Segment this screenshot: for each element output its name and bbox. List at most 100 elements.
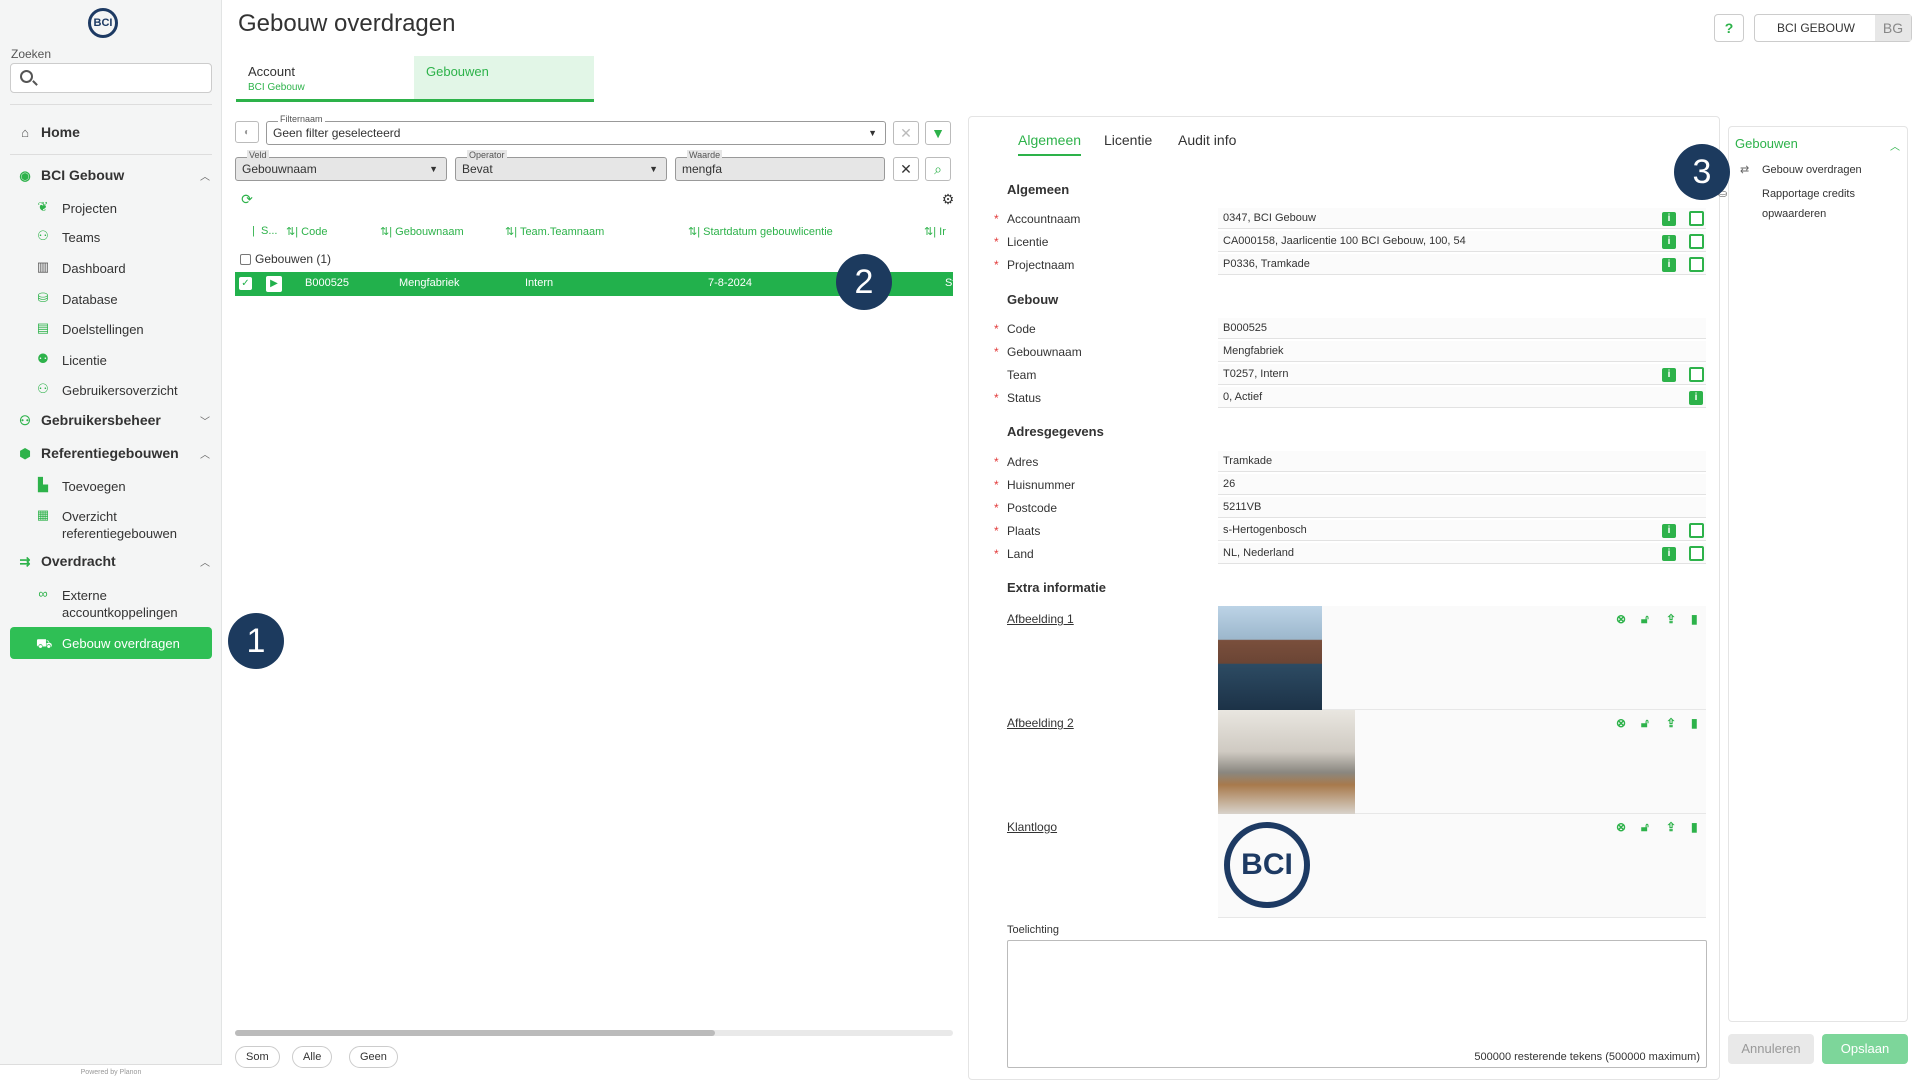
unlock-icon[interactable]: 🔓︎ — [1641, 820, 1649, 835]
scrollbar-thumb[interactable] — [235, 1030, 715, 1036]
tab-gebouwen[interactable]: Gebouwen — [414, 56, 594, 102]
search-button[interactable]: ⌕ — [925, 157, 951, 181]
postcode-field[interactable]: 5211VB — [1218, 497, 1706, 518]
remove-icon[interactable]: ⊗ — [1616, 716, 1626, 730]
unlock-icon[interactable]: 🔓︎ — [1641, 612, 1649, 627]
gebouwnaam-field[interactable]: Mengfabriek — [1218, 341, 1706, 362]
group-row[interactable]: Gebouwen (1) — [240, 252, 331, 266]
remove-icon[interactable]: ⊗ — [1616, 820, 1626, 834]
toelichting-textarea[interactable] — [1007, 940, 1707, 1068]
row-checkbox[interactable]: ✓ — [239, 277, 252, 290]
file-icon[interactable]: ▮ — [1691, 820, 1698, 834]
info-icon[interactable]: i — [1662, 258, 1676, 272]
nav-home[interactable]: ⌂ Home — [18, 124, 80, 140]
nav-item-externe-accountkoppelingen[interactable]: ∞ Externe accountkoppelingen — [36, 587, 177, 621]
nav-item-teams[interactable]: ⚇ Teams — [36, 229, 100, 246]
save-button[interactable]: Opslaan — [1822, 1034, 1908, 1064]
tab-algemeen[interactable]: Algemeen — [1018, 132, 1082, 156]
status-field[interactable]: 0, Actief — [1218, 387, 1706, 408]
land-field[interactable]: NL, Nederland — [1218, 543, 1706, 564]
klantlogo-link[interactable]: Klantlogo — [1007, 820, 1057, 834]
waarde-input[interactable]: mengfa — [675, 157, 885, 181]
open-icon[interactable] — [1689, 367, 1704, 382]
nav-item-database[interactable]: ⛁ Database — [36, 291, 118, 308]
afbeelding-1-link[interactable]: Afbeelding 1 — [1007, 612, 1074, 626]
adres-field[interactable]: Tramkade — [1218, 451, 1706, 472]
cancel-button[interactable]: Annuleren — [1728, 1034, 1814, 1064]
afbeelding-2-link[interactable]: Afbeelding 2 — [1007, 716, 1074, 730]
filternaam-select[interactable]: Geen filter geselecteerd ▼ — [266, 121, 886, 145]
som-button[interactable]: Som — [235, 1046, 280, 1068]
open-icon[interactable] — [1689, 234, 1704, 249]
col-header-startdatum[interactable]: ⇅| Startdatum gebouwlicentie — [688, 225, 833, 238]
nav-item-projecten[interactable]: ❦ Projecten — [36, 200, 117, 217]
upload-icon[interactable]: ⇪ — [1666, 612, 1676, 626]
operator-select[interactable]: Bevat ▼ — [455, 157, 667, 181]
tab-account[interactable]: Account BCI Gebouw — [236, 56, 414, 102]
upload-icon[interactable]: ⇪ — [1666, 716, 1676, 730]
home-icon: ⌂ — [21, 124, 29, 140]
refresh-icon[interactable]: ⟳ — [235, 188, 259, 210]
filternaam-label: Filternaam — [278, 114, 325, 124]
veld-select[interactable]: Gebouwnaam ▼ — [235, 157, 447, 181]
projectnaam-field[interactable]: P0336, Tramkade — [1218, 254, 1706, 275]
nav-item-gebruikersoverzicht[interactable]: ⚇ Gebruikersoverzicht — [36, 382, 177, 399]
licentie-field[interactable]: CA000158, Jaarlicentie 100 BCI Gebouw, 1… — [1218, 231, 1706, 252]
col-header-ir[interactable]: ⇅| Ir — [924, 225, 946, 238]
file-icon[interactable]: ▮ — [1691, 716, 1698, 730]
col-header-code[interactable]: ⇅| Code — [286, 225, 327, 238]
nav-item-overzicht-referentiegebouwen[interactable]: ▦ Overzicht referentiegebouwen — [36, 508, 177, 542]
nav-group-overdracht[interactable]: ⇉ Overdracht ︿ — [18, 553, 218, 569]
open-icon[interactable] — [1689, 211, 1704, 226]
nav-item-toevoegen[interactable]: ▙ Toevoegen — [36, 478, 126, 495]
code-field[interactable]: B000525 — [1218, 318, 1706, 339]
chevron-up-icon[interactable]: ︿ — [1890, 138, 1900, 153]
veld-label: Veld — [247, 150, 269, 160]
toggle-filter-icon[interactable]: ◐ — [235, 121, 259, 143]
action-gebouw-overdragen[interactable]: ⇄ Gebouw overdragen — [1740, 160, 1862, 180]
nav-group-referentiegebouwen[interactable]: ⬢ Referentiegebouwen ︿ — [18, 445, 218, 461]
open-icon[interactable] — [1689, 257, 1704, 272]
nav-item-dashboard[interactable]: ▥ Dashboard — [36, 260, 126, 277]
info-icon[interactable]: i — [1662, 547, 1676, 561]
info-icon[interactable]: i — [1662, 212, 1676, 226]
tab-licentie[interactable]: Licentie — [1104, 132, 1152, 148]
action-rapportage-credits[interactable]: ⛀ Rapportage credits opwaarderen — [1718, 184, 1890, 224]
geen-button[interactable]: Geen — [349, 1046, 398, 1068]
huisnummer-field[interactable]: 26 — [1218, 474, 1706, 495]
plaats-field[interactable]: s-Hertogenbosch — [1218, 520, 1706, 541]
unlock-icon[interactable]: 🔓︎ — [1641, 716, 1649, 731]
file-icon[interactable]: ▮ — [1691, 612, 1698, 626]
team-field[interactable]: T0257, Intern — [1218, 364, 1706, 385]
open-icon[interactable] — [1689, 523, 1704, 538]
search-input[interactable] — [10, 63, 212, 93]
play-icon[interactable]: ▶ — [266, 276, 282, 292]
accountnaam-field[interactable]: 0347, BCI Gebouw — [1218, 208, 1706, 229]
operator-value: Bevat — [462, 162, 493, 176]
open-icon[interactable] — [1689, 546, 1704, 561]
nav-group-bci-gebouw[interactable]: ◉ BCI Gebouw ︿ — [18, 167, 218, 183]
clear-value-icon[interactable]: ✕ — [893, 157, 919, 181]
nav-group-gebruikersbeheer[interactable]: ⚇ Gebruikersbeheer ﹀ — [18, 412, 218, 428]
nav-item-doelstellingen[interactable]: ▤ Doelstellingen — [36, 321, 144, 338]
info-icon[interactable]: i — [1662, 524, 1676, 538]
clear-filter-icon[interactable]: ✕ — [893, 121, 919, 145]
info-icon[interactable]: i — [1662, 235, 1676, 249]
filter-icon[interactable]: ▼ — [925, 121, 951, 145]
upload-icon[interactable]: ⇪ — [1666, 820, 1676, 834]
col-header-teamnaam[interactable]: ⇅| Team.Teamnaam — [505, 225, 604, 238]
remove-icon[interactable]: ⊗ — [1616, 612, 1626, 626]
col-header-gebouwnaam[interactable]: ⇅| Gebouwnaam — [380, 225, 464, 238]
alle-button[interactable]: Alle — [292, 1046, 333, 1068]
col-header-status[interactable]: | S... — [252, 225, 278, 237]
nav-item-gebouw-overdragen[interactable]: ⛟ Gebouw overdragen — [10, 627, 212, 659]
settings-gear-icon[interactable]: ⚙ — [937, 188, 959, 210]
group-checkbox[interactable] — [240, 253, 251, 265]
info-icon[interactable]: i — [1689, 391, 1703, 405]
tab-audit-info[interactable]: Audit info — [1178, 132, 1236, 148]
nav-item-licentie[interactable]: ⚉ Licentie — [36, 352, 107, 369]
horizontal-scrollbar[interactable] — [235, 1030, 953, 1036]
help-button[interactable]: ? — [1714, 14, 1744, 42]
info-icon[interactable]: i — [1662, 368, 1676, 382]
user-menu-button[interactable]: BCI GEBOUW BG — [1754, 14, 1912, 42]
